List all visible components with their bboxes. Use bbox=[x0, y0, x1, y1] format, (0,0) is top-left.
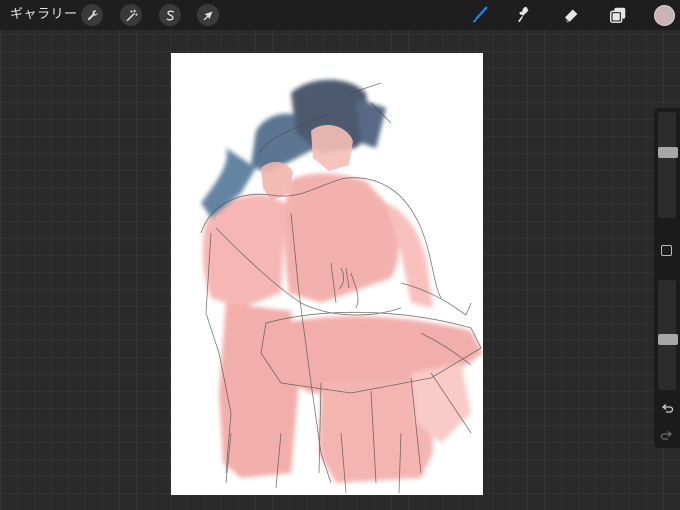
side-panel bbox=[654, 108, 680, 448]
brush-icon[interactable] bbox=[469, 4, 491, 26]
wrench-icon[interactable] bbox=[81, 4, 103, 26]
brush-size-slider[interactable] bbox=[658, 112, 676, 218]
gallery-button[interactable]: ギャラリー bbox=[10, 6, 78, 24]
smudge-icon[interactable] bbox=[513, 4, 535, 26]
sketch-artwork bbox=[200, 79, 483, 494]
square-modify-icon[interactable] bbox=[661, 245, 672, 256]
color-swatch[interactable] bbox=[654, 5, 675, 26]
redo-icon[interactable] bbox=[660, 428, 674, 442]
undo-icon[interactable] bbox=[660, 401, 674, 415]
layers-icon[interactable] bbox=[607, 4, 629, 26]
opacity-thumb[interactable] bbox=[658, 334, 678, 346]
top-toolbar: ギャラリー bbox=[0, 0, 680, 30]
selection-s-icon[interactable] bbox=[159, 4, 181, 26]
brush-size-thumb[interactable] bbox=[658, 147, 678, 159]
drawing-canvas[interactable] bbox=[171, 53, 483, 495]
eraser-icon[interactable] bbox=[560, 4, 582, 26]
arrow-cursor-icon[interactable] bbox=[197, 4, 219, 26]
magic-wand-icon[interactable] bbox=[120, 4, 142, 26]
